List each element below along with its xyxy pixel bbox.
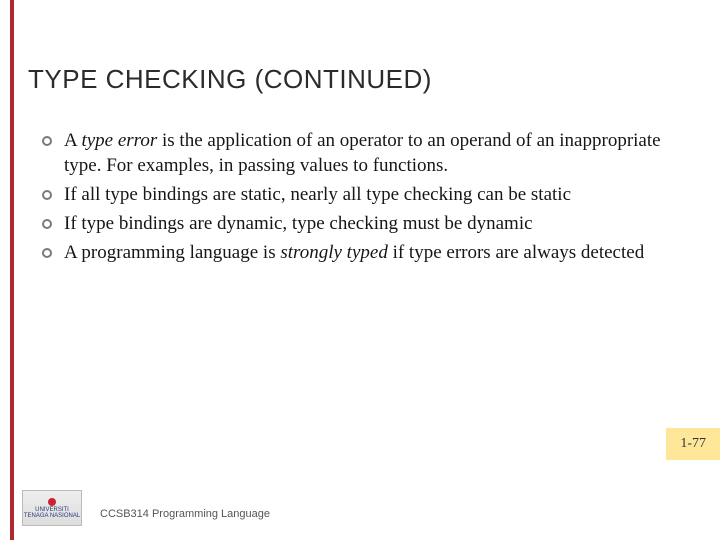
footer: UNIVERSITI TENAGA NASIONAL CCSB314 Progr…	[0, 484, 720, 540]
bullet-icon	[42, 219, 52, 229]
university-logo: UNIVERSITI TENAGA NASIONAL	[22, 490, 82, 526]
page-number-badge: 1-77	[666, 428, 720, 460]
bullet-icon	[42, 248, 52, 258]
list-item: A programming language is strongly typed…	[42, 240, 682, 265]
bullet-text: If all type bindings are static, nearly …	[64, 182, 682, 207]
slide-title: TYPE CHECKING (CONTINUED)	[28, 64, 432, 95]
bullet-text: A type error is the application of an op…	[64, 128, 682, 178]
logo-dot-icon	[48, 498, 56, 506]
bullet-text: A programming language is strongly typed…	[64, 240, 682, 265]
bullet-list: A type error is the application of an op…	[42, 128, 682, 269]
list-item: If all type bindings are static, nearly …	[42, 182, 682, 207]
bullet-icon	[42, 136, 52, 146]
accent-bar	[10, 0, 14, 540]
footer-course: CCSB314 Programming Language	[100, 508, 270, 520]
bullet-icon	[42, 190, 52, 200]
list-item: A type error is the application of an op…	[42, 128, 682, 178]
list-item: If type bindings are dynamic, type check…	[42, 211, 682, 236]
bullet-text: If type bindings are dynamic, type check…	[64, 211, 682, 236]
logo-text: UNIVERSITI TENAGA NASIONAL	[23, 498, 81, 519]
